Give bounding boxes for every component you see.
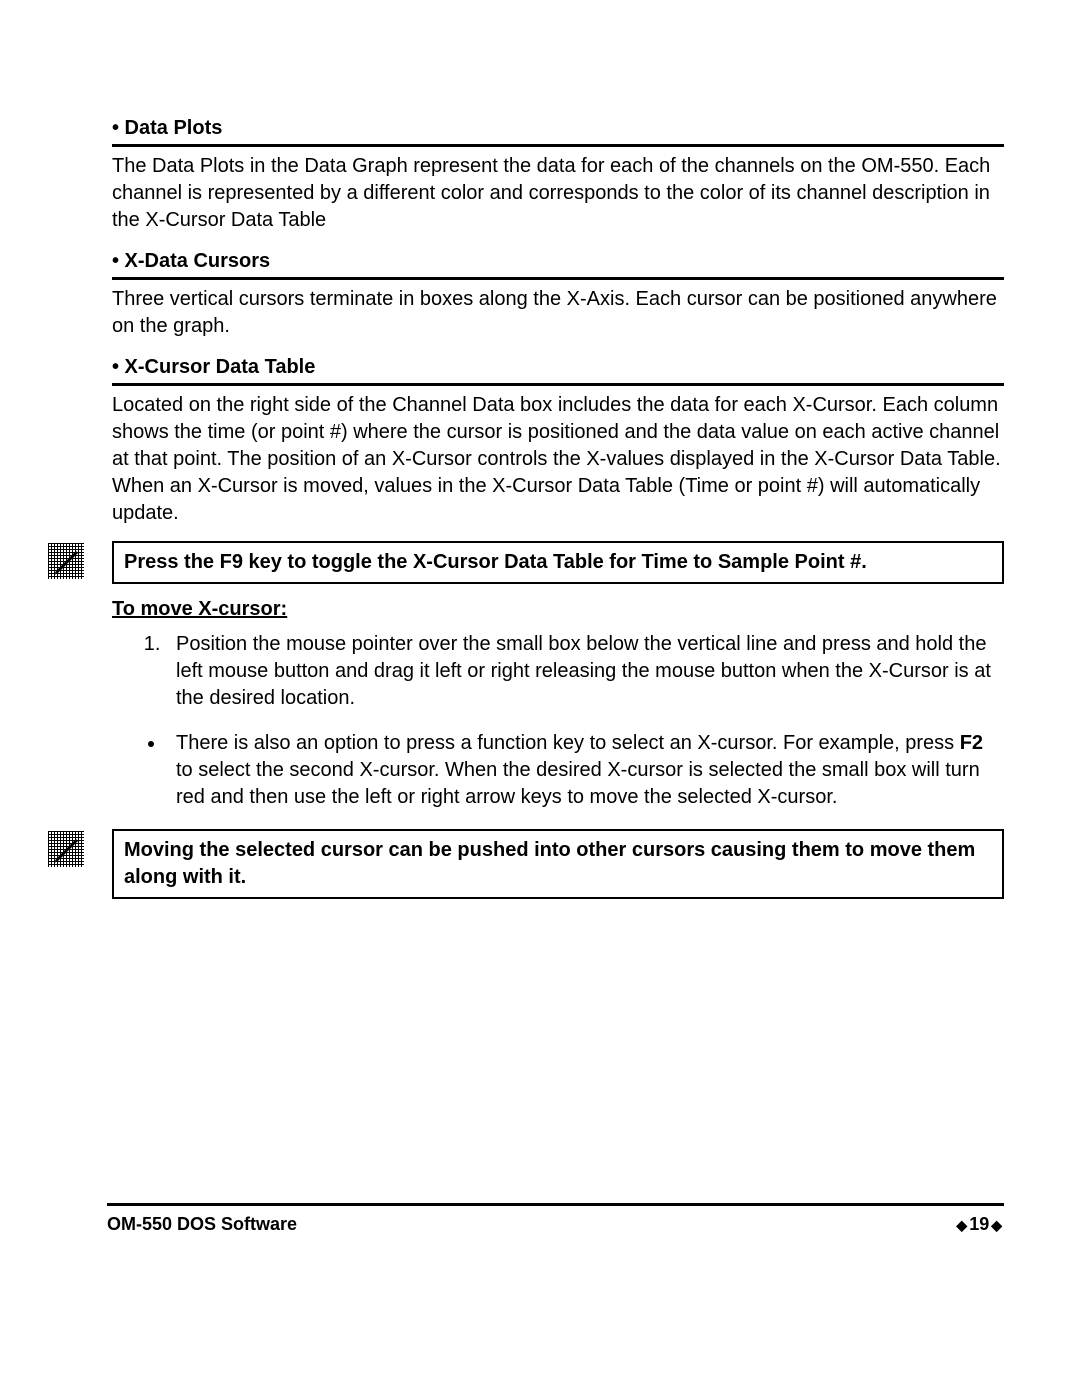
heading-x-cursor-data-table: • X-Cursor Data Table	[112, 354, 1004, 386]
page-number: 19	[969, 1214, 989, 1234]
heading-x-data-cursors: • X-Data Cursors	[112, 248, 1004, 280]
note-box-move-cursor: Moving the selected cursor can be pushed…	[112, 829, 1004, 899]
note-f9: Press the F9 key to toggle the X-Cursor …	[112, 541, 1004, 584]
diamond-icon: ◆	[989, 1217, 1004, 1233]
para-data-plots: The Data Plots in the Data Graph represe…	[112, 153, 1004, 234]
step-1: Position the mouse pointer over the smal…	[166, 631, 1004, 712]
note-box-f9: Press the F9 key to toggle the X-Cursor …	[112, 541, 1004, 584]
para-x-cursor-data-table: Located on the right side of the Channel…	[112, 392, 1004, 527]
para-x-data-cursors: Three vertical cursors terminate in boxe…	[112, 286, 1004, 340]
content-area: • Data Plots The Data Plots in the Data …	[112, 115, 1004, 899]
step-2: There is also an option to press a funct…	[166, 730, 1004, 811]
note-move-cursor: Moving the selected cursor can be pushed…	[112, 829, 1004, 899]
step-2-text-b: to select the second X-cursor. When the …	[176, 759, 980, 808]
page-footer: OM-550 DOS Software ◆19◆	[107, 1203, 1004, 1235]
footer-page: ◆19◆	[954, 1214, 1004, 1235]
footer-title: OM-550 DOS Software	[107, 1214, 297, 1235]
diamond-icon: ◆	[954, 1217, 969, 1233]
step-2-text-a: There is also an option to press a funct…	[176, 732, 960, 754]
move-steps-list: Position the mouse pointer over the smal…	[112, 631, 1004, 811]
page: • Data Plots The Data Plots in the Data …	[0, 0, 1080, 1397]
pencil-note-icon	[48, 831, 84, 867]
pencil-note-icon	[48, 543, 84, 579]
heading-to-move-x-cursor: To move X-cursor:	[112, 598, 1004, 621]
heading-data-plots: • Data Plots	[112, 115, 1004, 147]
step-2-bold-f2: F2	[960, 732, 983, 754]
